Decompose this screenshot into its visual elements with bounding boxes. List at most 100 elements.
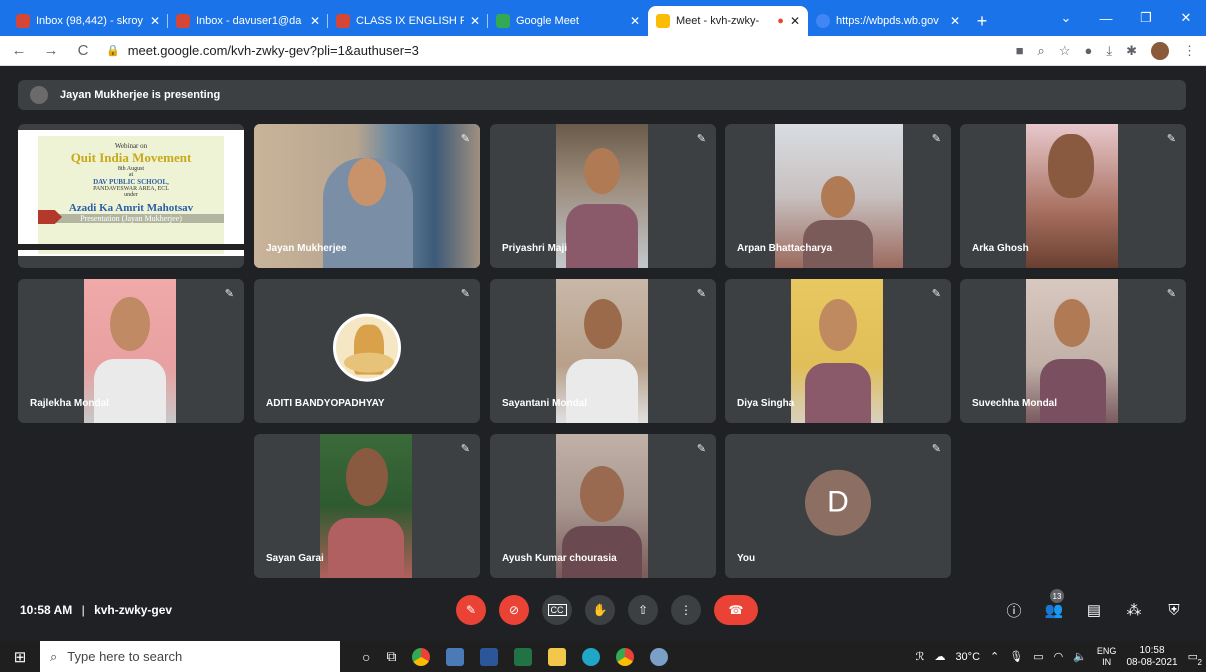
raise-hand-button[interactable]: ✋ [585, 595, 615, 625]
close-tab-icon[interactable]: ✕ [950, 14, 960, 28]
browser-tab[interactable]: CLASS IX ENGLISH PE ✕ [328, 6, 488, 36]
self-tile[interactable]: D You ✎ [725, 434, 951, 578]
mic-toggle-button[interactable]: ✎ [456, 595, 486, 625]
participant-tile[interactable]: ADITI BANDYOPADHYAY ✎ [254, 279, 480, 423]
reload-icon[interactable]: C [74, 42, 92, 59]
participant-tile[interactable]: Jayan Mukherjee ✎ [254, 124, 480, 268]
mic-off-icon: ✎ [1166, 133, 1176, 145]
profile-avatar[interactable] [1151, 41, 1169, 60]
chrome-icon[interactable] [412, 647, 431, 666]
extension-icon[interactable]: ● [1084, 43, 1092, 58]
restore-icon[interactable]: ❐ [1126, 0, 1166, 36]
slide-taskbar [18, 244, 244, 250]
download-icon[interactable]: ⤓ [1106, 43, 1112, 59]
edge-icon[interactable] [582, 647, 601, 666]
notifications-icon[interactable]: ▭ 2 [1188, 650, 1202, 667]
camera-icon[interactable]: ■ [1016, 43, 1024, 58]
presenting-banner: Jayan Mukherjee is presenting [18, 80, 1186, 110]
language-indicator[interactable]: ENG IN [1097, 646, 1117, 668]
new-tab-button[interactable]: + [968, 6, 996, 36]
phone-hangup-icon: ☎ [728, 603, 744, 617]
people-icon: 👥 [1044, 602, 1064, 619]
participant-head [580, 466, 624, 522]
taskbar-search[interactable]: ⌕ Type here to search [40, 641, 340, 672]
close-tab-icon[interactable]: ✕ [790, 14, 800, 28]
minimize-icon[interactable]: — [1086, 0, 1126, 36]
participant-tile[interactable]: Diya Singha ✎ [725, 279, 951, 423]
puzzle-icon[interactable]: ✱ [1126, 43, 1137, 59]
hand-icon: ✋ [592, 603, 608, 617]
system-tray: ℛ ☁ 30°C ⌃ 🎙 ▭ ◠ 🔈 ENG IN 10:58 08-08-20… [915, 644, 1202, 669]
close-tab-icon[interactable]: ✕ [150, 14, 160, 28]
task-view-icon[interactable]: ⧉ [386, 648, 396, 665]
excel-icon[interactable] [514, 647, 533, 666]
window-controls: ⌄ — ❐ ✕ [1046, 0, 1206, 36]
browser-tab[interactable]: https://wbpds.wb.gov ✕ [808, 6, 968, 36]
more-options-button[interactable]: ⋮ [671, 595, 701, 625]
browser-tab[interactable]: Inbox (98,442) - skroy ✕ [8, 6, 168, 36]
user-icon[interactable]: ℛ [916, 650, 925, 663]
participant-head [584, 148, 620, 194]
participant-tile[interactable]: Rajlekha Mondal ✎ [18, 279, 244, 423]
participant-tile[interactable]: Ayush Kumar chourasia ✎ [490, 434, 716, 578]
close-window-icon[interactable]: ✕ [1166, 0, 1206, 36]
meeting-controls: ✎ ⊘ CC ✋ ⇧ ⋮ ☎ [456, 595, 758, 625]
activities-icon[interactable]: ⁂ [1124, 601, 1144, 619]
close-tab-icon[interactable]: ✕ [630, 14, 640, 28]
menu-kebab-icon[interactable]: ⋮ [1183, 43, 1196, 59]
browser-tab-strip: Inbox (98,442) - skroy ✕ Inbox - davuser… [0, 0, 1206, 36]
weather-icon: ☁ [934, 651, 946, 663]
camera-toggle-button[interactable]: ⊘ [499, 595, 529, 625]
battery-icon: ▭ [1033, 651, 1044, 663]
microphone-icon: 🎙 [1009, 651, 1024, 663]
volume-icon: 🔈 [1073, 651, 1087, 663]
cortana-icon[interactable]: ○ [362, 649, 370, 665]
mic-off-icon: ✎ [931, 288, 941, 300]
bookmark-star-icon[interactable]: ☆ [1059, 43, 1071, 59]
gmail-icon [176, 14, 190, 28]
leave-call-button[interactable]: ☎ [714, 595, 758, 625]
people-button[interactable]: 13 👥 [1044, 589, 1064, 619]
mic-off-icon: ✎ [460, 288, 470, 300]
close-tab-icon[interactable]: ✕ [470, 14, 480, 28]
app-icon[interactable] [446, 647, 465, 666]
chevron-up-icon[interactable]: ⌃ [990, 650, 999, 663]
zoom-icon[interactable]: ⌕ [1038, 43, 1045, 59]
meeting-details-icon[interactable]: ⓘ [1004, 600, 1024, 621]
present-button[interactable]: ⇧ [628, 595, 658, 625]
paint-icon[interactable] [650, 647, 669, 666]
windows-start-icon[interactable]: ⊞ [0, 648, 40, 666]
participant-tile[interactable]: Arka Ghosh ✎ [960, 124, 1186, 268]
clock[interactable]: 10:58 08-08-2021 [1126, 645, 1177, 669]
participant-body [94, 359, 166, 423]
participant-tile[interactable]: Suvechha Mondal ✎ [960, 279, 1186, 423]
back-icon[interactable]: ← [10, 42, 28, 59]
participant-head [1048, 134, 1094, 198]
browser-tab[interactable]: Google Meet ✕ [488, 6, 648, 36]
forward-icon[interactable]: → [42, 42, 60, 59]
url-field[interactable]: 🔒 meet.google.com/kvh-zwky-gev?pli=1&aut… [106, 43, 1002, 58]
browser-tab[interactable]: Inbox - davuser1@da ✕ [168, 6, 328, 36]
meet-icon [656, 14, 670, 28]
participant-body [1040, 359, 1106, 423]
captions-button[interactable]: CC [542, 595, 572, 625]
mic-off-icon: ✎ [696, 288, 706, 300]
presentation-tile[interactable]: Webinar on Quit India Movement 8th Augus… [18, 124, 244, 268]
app-icon[interactable] [480, 647, 499, 666]
participant-head [110, 297, 150, 351]
browser-tab-active[interactable]: Meet - kvh-zwky- ● ✕ [648, 6, 808, 36]
chrome-icon[interactable] [616, 647, 635, 666]
participant-tile[interactable]: Sayantani Mondal ✎ [490, 279, 716, 423]
participant-tile[interactable]: Arpan Bhattacharya ✎ [725, 124, 951, 268]
participant-head [584, 299, 622, 349]
participant-tile[interactable]: Priyashri Maji ✎ [490, 124, 716, 268]
file-explorer-icon[interactable] [548, 647, 567, 666]
close-tab-icon[interactable]: ✕ [310, 14, 320, 28]
host-controls-icon[interactable]: ⛨ [1164, 602, 1184, 619]
windows-taskbar: ⊞ ⌕ Type here to search ○ ⧉ ℛ ☁ 30°C ⌃ 🎙… [0, 641, 1206, 672]
gmail-icon [16, 14, 30, 28]
participant-tile[interactable]: Sayan Garai ✎ [254, 434, 480, 578]
chat-icon[interactable]: ▤ [1084, 601, 1104, 619]
tab-search-icon[interactable]: ⌄ [1046, 0, 1086, 36]
mic-off-icon: ✎ [931, 443, 941, 455]
